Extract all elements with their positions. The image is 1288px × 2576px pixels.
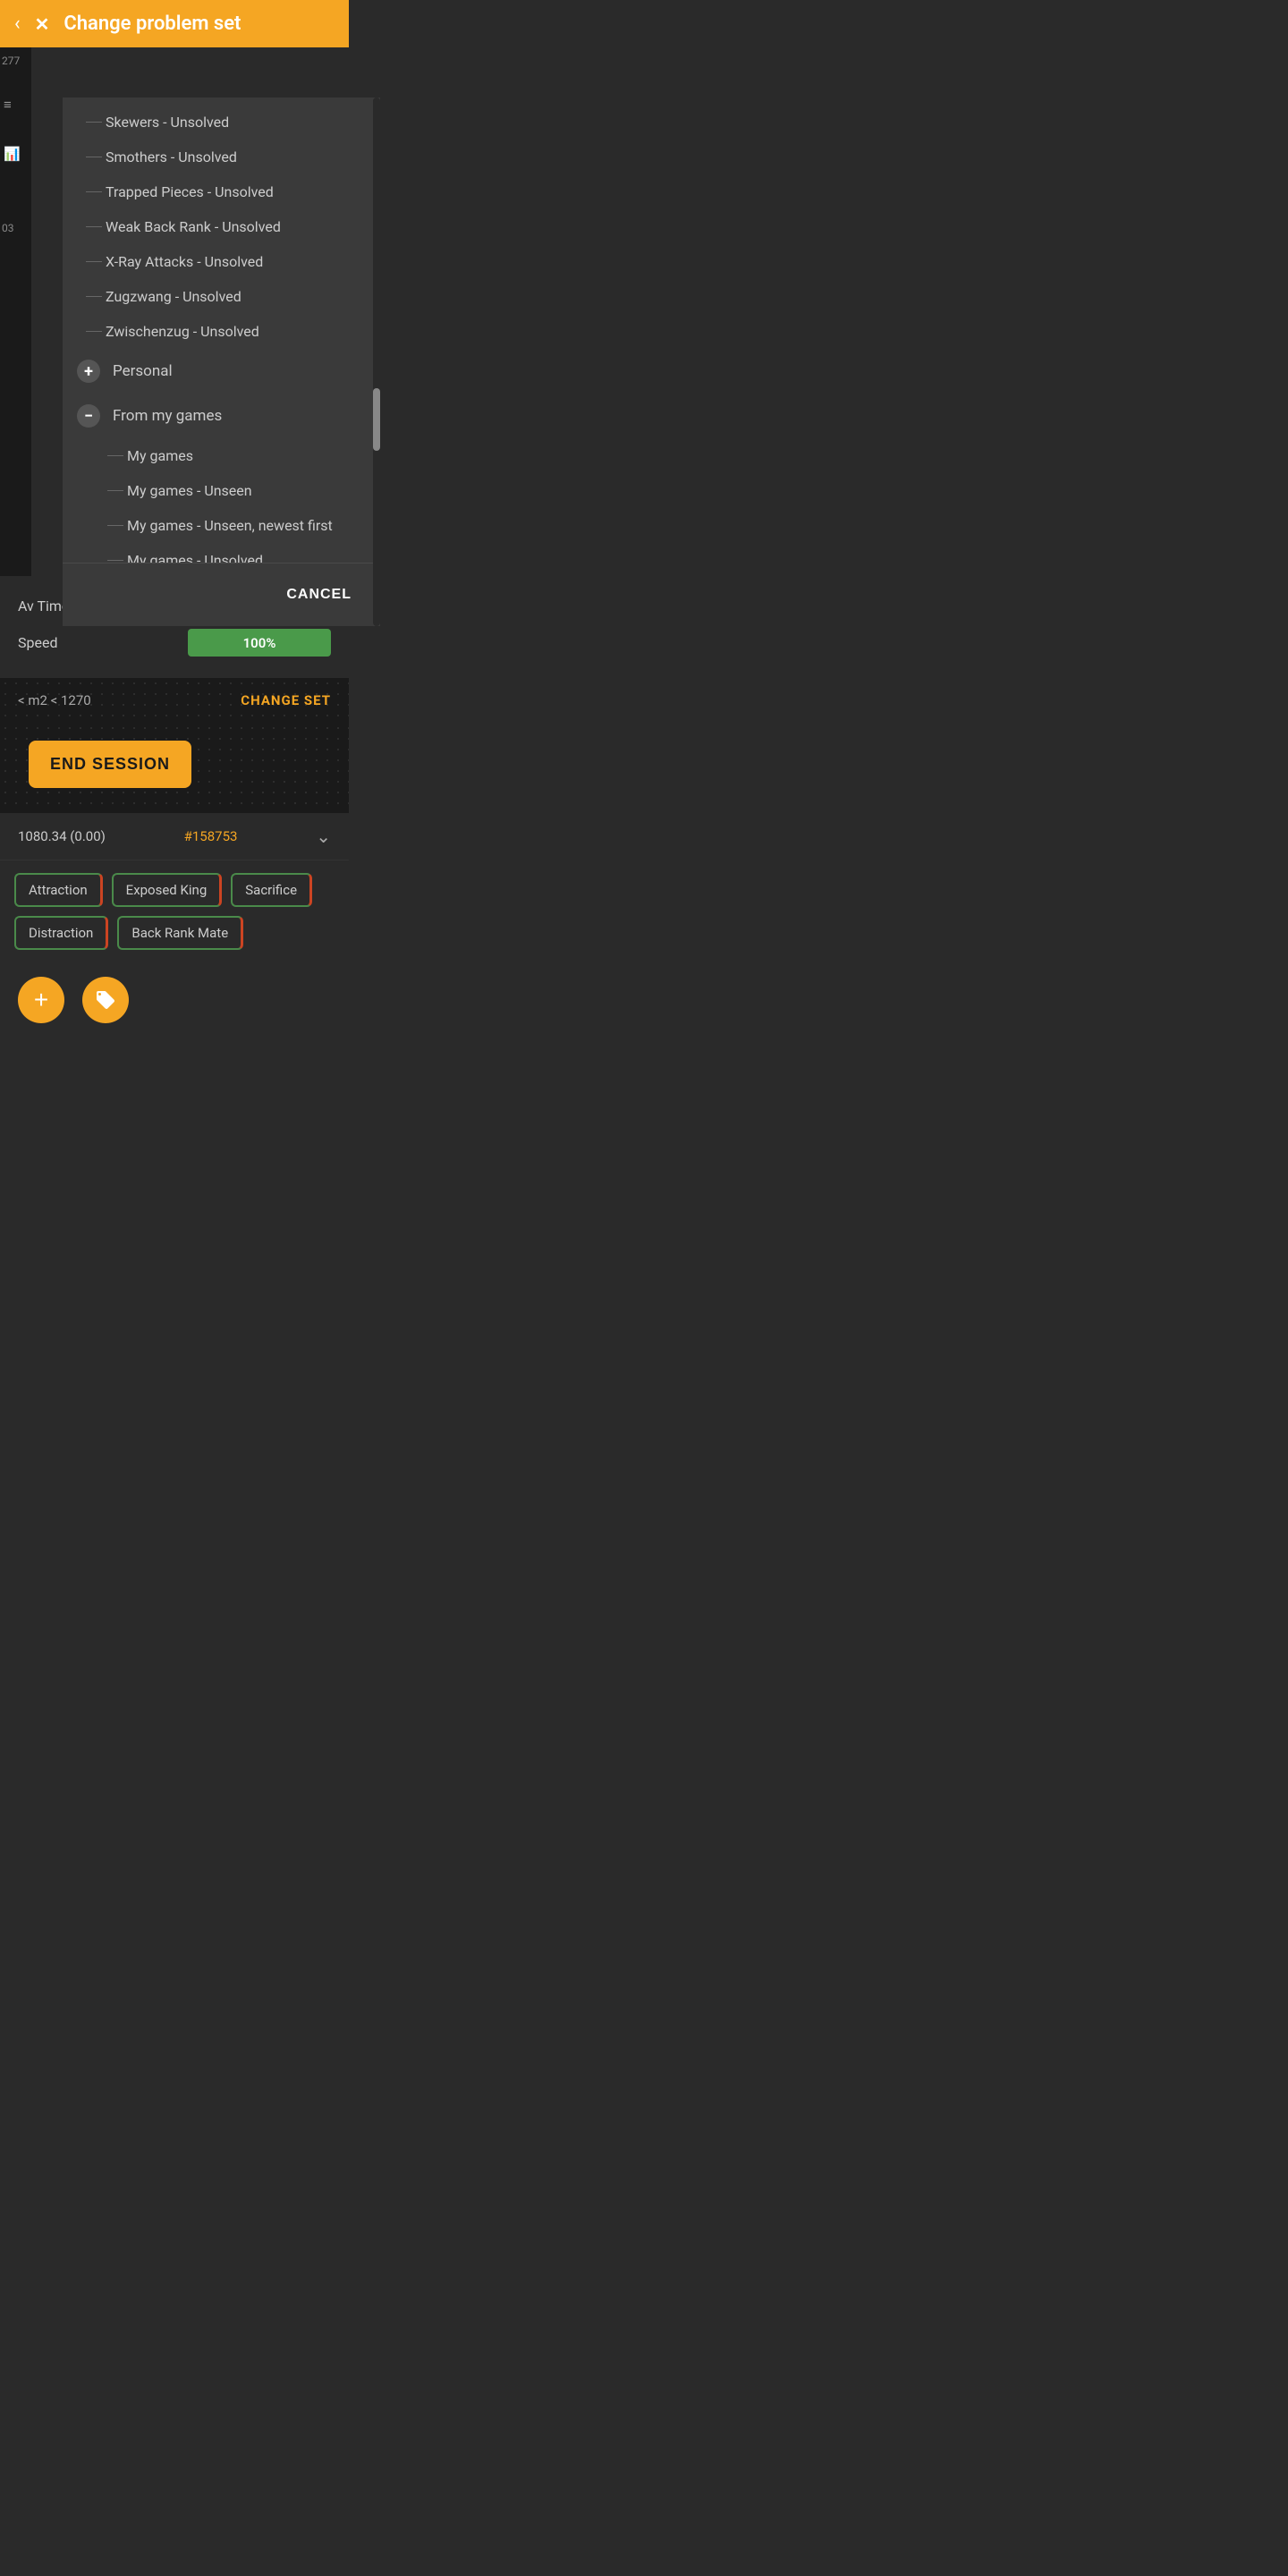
back-button[interactable]: ‹ bbox=[14, 13, 21, 35]
scrollbar-thumb[interactable] bbox=[373, 388, 380, 451]
list-item[interactable]: Zugzwang - Unsolved bbox=[63, 279, 380, 314]
sidebar-peek: 277 ≡ 📊 03 bbox=[0, 47, 31, 576]
score-row: 1080.34 (0.00) #158753 ⌄ bbox=[0, 813, 349, 860]
list-item[interactable]: Zwischenzug - Unsolved bbox=[63, 314, 380, 349]
tag-back-rank-mate[interactable]: Back Rank Mate bbox=[117, 916, 243, 950]
tag-distraction[interactable]: Distraction bbox=[14, 916, 108, 950]
sidebar-icon-2: 📊 bbox=[4, 146, 21, 162]
header-title: Change problem set bbox=[64, 13, 241, 35]
from-my-games-parent-item[interactable]: − From my games bbox=[63, 394, 380, 438]
tag-sacrifice[interactable]: Sacrifice bbox=[231, 873, 312, 907]
bottom-actions: + bbox=[0, 962, 349, 1038]
list-item[interactable]: Weak Back Rank - Unsolved bbox=[63, 209, 380, 244]
tag-icon bbox=[95, 989, 116, 1011]
header: ‹ ✕ Change problem set bbox=[0, 0, 349, 47]
list-item[interactable]: Smothers - Unsolved bbox=[63, 140, 380, 174]
chevron-down-icon[interactable]: ⌄ bbox=[316, 826, 331, 847]
list-item[interactable]: Trapped Pieces - Unsolved bbox=[63, 174, 380, 209]
list-item[interactable]: My games - Unseen, newest first bbox=[63, 508, 380, 543]
tag-exposed-king[interactable]: Exposed King bbox=[112, 873, 223, 907]
speed-label: Speed bbox=[18, 634, 57, 651]
sidebar-rating: 277 bbox=[2, 55, 20, 67]
score-value: 1080.34 (0.00) bbox=[18, 828, 106, 844]
rating-range: < m2 < 1270 bbox=[18, 692, 91, 708]
tags-area: Attraction Exposed King Sacrifice Distra… bbox=[0, 860, 349, 962]
sidebar-icon-1: ≡ bbox=[4, 97, 12, 113]
change-set-button[interactable]: CHANGE SET bbox=[241, 692, 331, 708]
list-item[interactable]: My games bbox=[63, 438, 380, 473]
scrollbar-track[interactable] bbox=[373, 97, 380, 626]
speed-row: Speed 100% bbox=[18, 622, 331, 664]
list-item[interactable]: Skewers - Unsolved bbox=[63, 105, 380, 140]
cancel-button[interactable]: CANCEL bbox=[275, 580, 362, 610]
modal-list[interactable]: Skewers - Unsolved Smothers - Unsolved T… bbox=[63, 97, 380, 563]
tag-attraction[interactable]: Attraction bbox=[14, 873, 103, 907]
speed-value: 100% bbox=[243, 635, 276, 651]
page-wrapper: ‹ ✕ Change problem set 277 ≡ 📊 03 Skewer… bbox=[0, 0, 349, 2576]
sidebar-session: 03 bbox=[2, 222, 14, 234]
dotted-section: < m2 < 1270 CHANGE SET bbox=[0, 678, 349, 723]
av-time-label: Av Time bbox=[18, 597, 69, 614]
personal-parent-item[interactable]: + Personal bbox=[63, 349, 380, 394]
end-session-button[interactable]: END SESSION bbox=[29, 741, 191, 788]
close-button[interactable]: ✕ bbox=[35, 13, 50, 35]
speed-bar: 100% bbox=[188, 629, 331, 657]
score-game-link[interactable]: #158753 bbox=[184, 828, 238, 844]
add-button[interactable]: + bbox=[18, 977, 64, 1023]
modal-footer: CANCEL bbox=[63, 563, 380, 626]
end-session-area: END SESSION bbox=[0, 723, 349, 813]
collapse-from-my-games-button[interactable]: − bbox=[77, 404, 100, 428]
list-item[interactable]: X-Ray Attacks - Unsolved bbox=[63, 244, 380, 279]
change-problem-set-modal: Skewers - Unsolved Smothers - Unsolved T… bbox=[63, 97, 380, 626]
tag-button[interactable] bbox=[82, 977, 129, 1023]
expand-personal-button[interactable]: + bbox=[77, 360, 100, 383]
list-item[interactable]: My games - Unsolved bbox=[63, 543, 380, 563]
list-item[interactable]: My games - Unseen bbox=[63, 473, 380, 508]
